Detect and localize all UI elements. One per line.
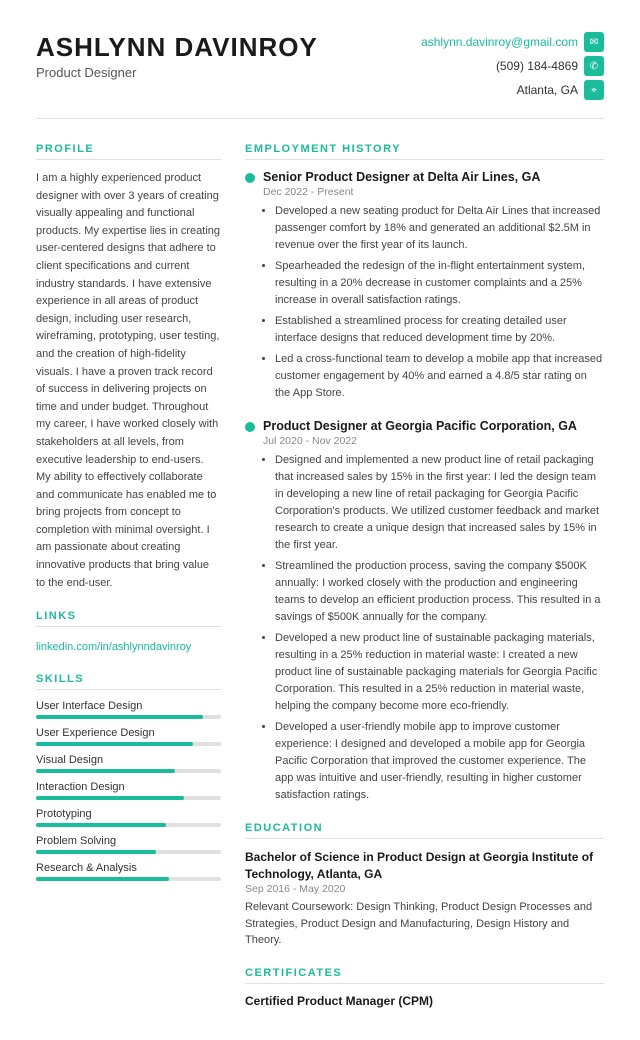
skill-item: Research & Analysis xyxy=(36,862,221,881)
job-entry: Senior Product Designer at Delta Air Lin… xyxy=(245,170,604,403)
skill-bar-bg xyxy=(36,850,221,854)
skill-name: User Experience Design xyxy=(36,727,221,739)
job-dot xyxy=(245,173,255,183)
skill-name: User Interface Design xyxy=(36,700,221,712)
job-bullet: Spearheaded the redesign of the in-fligh… xyxy=(275,258,604,309)
skill-item: Prototyping xyxy=(36,808,221,827)
job-title-line: Product Designer at Georgia Pacific Corp… xyxy=(245,419,604,433)
job-bullet: Established a streamlined process for cr… xyxy=(275,313,604,347)
skill-bar-fill xyxy=(36,796,184,800)
cert-title: Certified Product Manager (CPM) xyxy=(245,994,604,1008)
skill-bar-fill xyxy=(36,877,169,881)
skill-bar-bg xyxy=(36,715,221,719)
job-bullet: Streamlined the production process, savi… xyxy=(275,558,604,626)
job-bullets: Designed and implemented a new product l… xyxy=(263,452,604,805)
education-entry: Bachelor of Science in Product Design at… xyxy=(245,849,604,948)
job-title-line: Senior Product Designer at Delta Air Lin… xyxy=(245,170,604,184)
job-title: Product Designer at Georgia Pacific Corp… xyxy=(263,419,577,433)
main-body: PROFILE I am a highly experienced produc… xyxy=(36,143,604,1008)
email-icon: ✉ xyxy=(584,32,604,52)
profile-section-title: PROFILE xyxy=(36,143,221,160)
edu-date: Sep 2016 - May 2020 xyxy=(245,883,604,895)
education-section-title: EDUCATION xyxy=(245,822,604,839)
candidate-title: Product Designer xyxy=(36,65,318,80)
skill-name: Problem Solving xyxy=(36,835,221,847)
certificates-section-title: CERTIFICATES xyxy=(245,967,604,984)
skill-bar-bg xyxy=(36,796,221,800)
skill-item: Visual Design xyxy=(36,754,221,773)
job-bullet: Developed a new seating product for Delt… xyxy=(275,203,604,254)
job-bullets: Developed a new seating product for Delt… xyxy=(263,203,604,403)
skill-item: Interaction Design xyxy=(36,781,221,800)
employment-section-title: EMPLOYMENT HISTORY xyxy=(245,143,604,160)
candidate-name: ASHLYNN DAVINROY xyxy=(36,32,318,63)
location-icon: ⌖ xyxy=(584,80,604,100)
edu-coursework: Relevant Coursework: Design Thinking, Pr… xyxy=(245,899,604,949)
profile-text: I am a highly experienced product design… xyxy=(36,170,221,592)
left-column: PROFILE I am a highly experienced produc… xyxy=(36,143,221,1008)
email-contact: ashlynn.davinroy@gmail.com ✉ xyxy=(421,32,604,52)
skill-name: Interaction Design xyxy=(36,781,221,793)
job-date: Jul 2020 - Nov 2022 xyxy=(263,435,604,447)
links-section: linkedin.com/in/ashlynndavinroy xyxy=(36,637,221,655)
phone-icon: ✆ xyxy=(584,56,604,76)
skill-name: Prototyping xyxy=(36,808,221,820)
phone-text: (509) 184-4869 xyxy=(496,59,578,73)
phone-contact: (509) 184-4869 ✆ xyxy=(496,56,604,76)
resume-container: ASHLYNN DAVINROY Product Designer ashlyn… xyxy=(0,0,640,1040)
skills-section-title: SKILLS xyxy=(36,673,221,690)
email-link[interactable]: ashlynn.davinroy@gmail.com xyxy=(421,35,578,49)
location-contact: Atlanta, GA ⌖ xyxy=(517,80,604,100)
job-bullet: Designed and implemented a new product l… xyxy=(275,452,604,554)
skill-bar-fill xyxy=(36,769,175,773)
skill-bar-bg xyxy=(36,823,221,827)
skill-bar-bg xyxy=(36,877,221,881)
skill-bar-fill xyxy=(36,850,156,854)
skill-bar-bg xyxy=(36,769,221,773)
skill-item: User Interface Design xyxy=(36,700,221,719)
header-right: ashlynn.davinroy@gmail.com ✉ (509) 184-4… xyxy=(421,32,604,100)
job-entry: Product Designer at Georgia Pacific Corp… xyxy=(245,419,604,805)
skill-bar-bg xyxy=(36,742,221,746)
skills-list: User Interface Design User Experience De… xyxy=(36,700,221,881)
job-bullet: Developed a user-friendly mobile app to … xyxy=(275,719,604,804)
job-title: Senior Product Designer at Delta Air Lin… xyxy=(263,170,540,184)
job-date: Dec 2022 - Present xyxy=(263,186,604,198)
location-text: Atlanta, GA xyxy=(517,83,578,97)
job-bullet: Led a cross-functional team to develop a… xyxy=(275,351,604,402)
right-column: EMPLOYMENT HISTORY Senior Product Design… xyxy=(245,143,604,1008)
skill-item: User Experience Design xyxy=(36,727,221,746)
skill-name: Visual Design xyxy=(36,754,221,766)
employment-list: Senior Product Designer at Delta Air Lin… xyxy=(245,170,604,804)
skill-bar-fill xyxy=(36,742,193,746)
skill-bar-fill xyxy=(36,715,203,719)
skill-name: Research & Analysis xyxy=(36,862,221,874)
job-bullet: Developed a new product line of sustaina… xyxy=(275,630,604,715)
edu-degree: Bachelor of Science in Product Design at… xyxy=(245,849,604,883)
header-left: ASHLYNN DAVINROY Product Designer xyxy=(36,32,318,80)
skill-bar-fill xyxy=(36,823,166,827)
skill-item: Problem Solving xyxy=(36,835,221,854)
linkedin-link[interactable]: linkedin.com/in/ashlynndavinroy xyxy=(36,641,191,653)
links-section-title: LINKS xyxy=(36,610,221,627)
job-dot xyxy=(245,422,255,432)
header: ASHLYNN DAVINROY Product Designer ashlyn… xyxy=(36,32,604,119)
